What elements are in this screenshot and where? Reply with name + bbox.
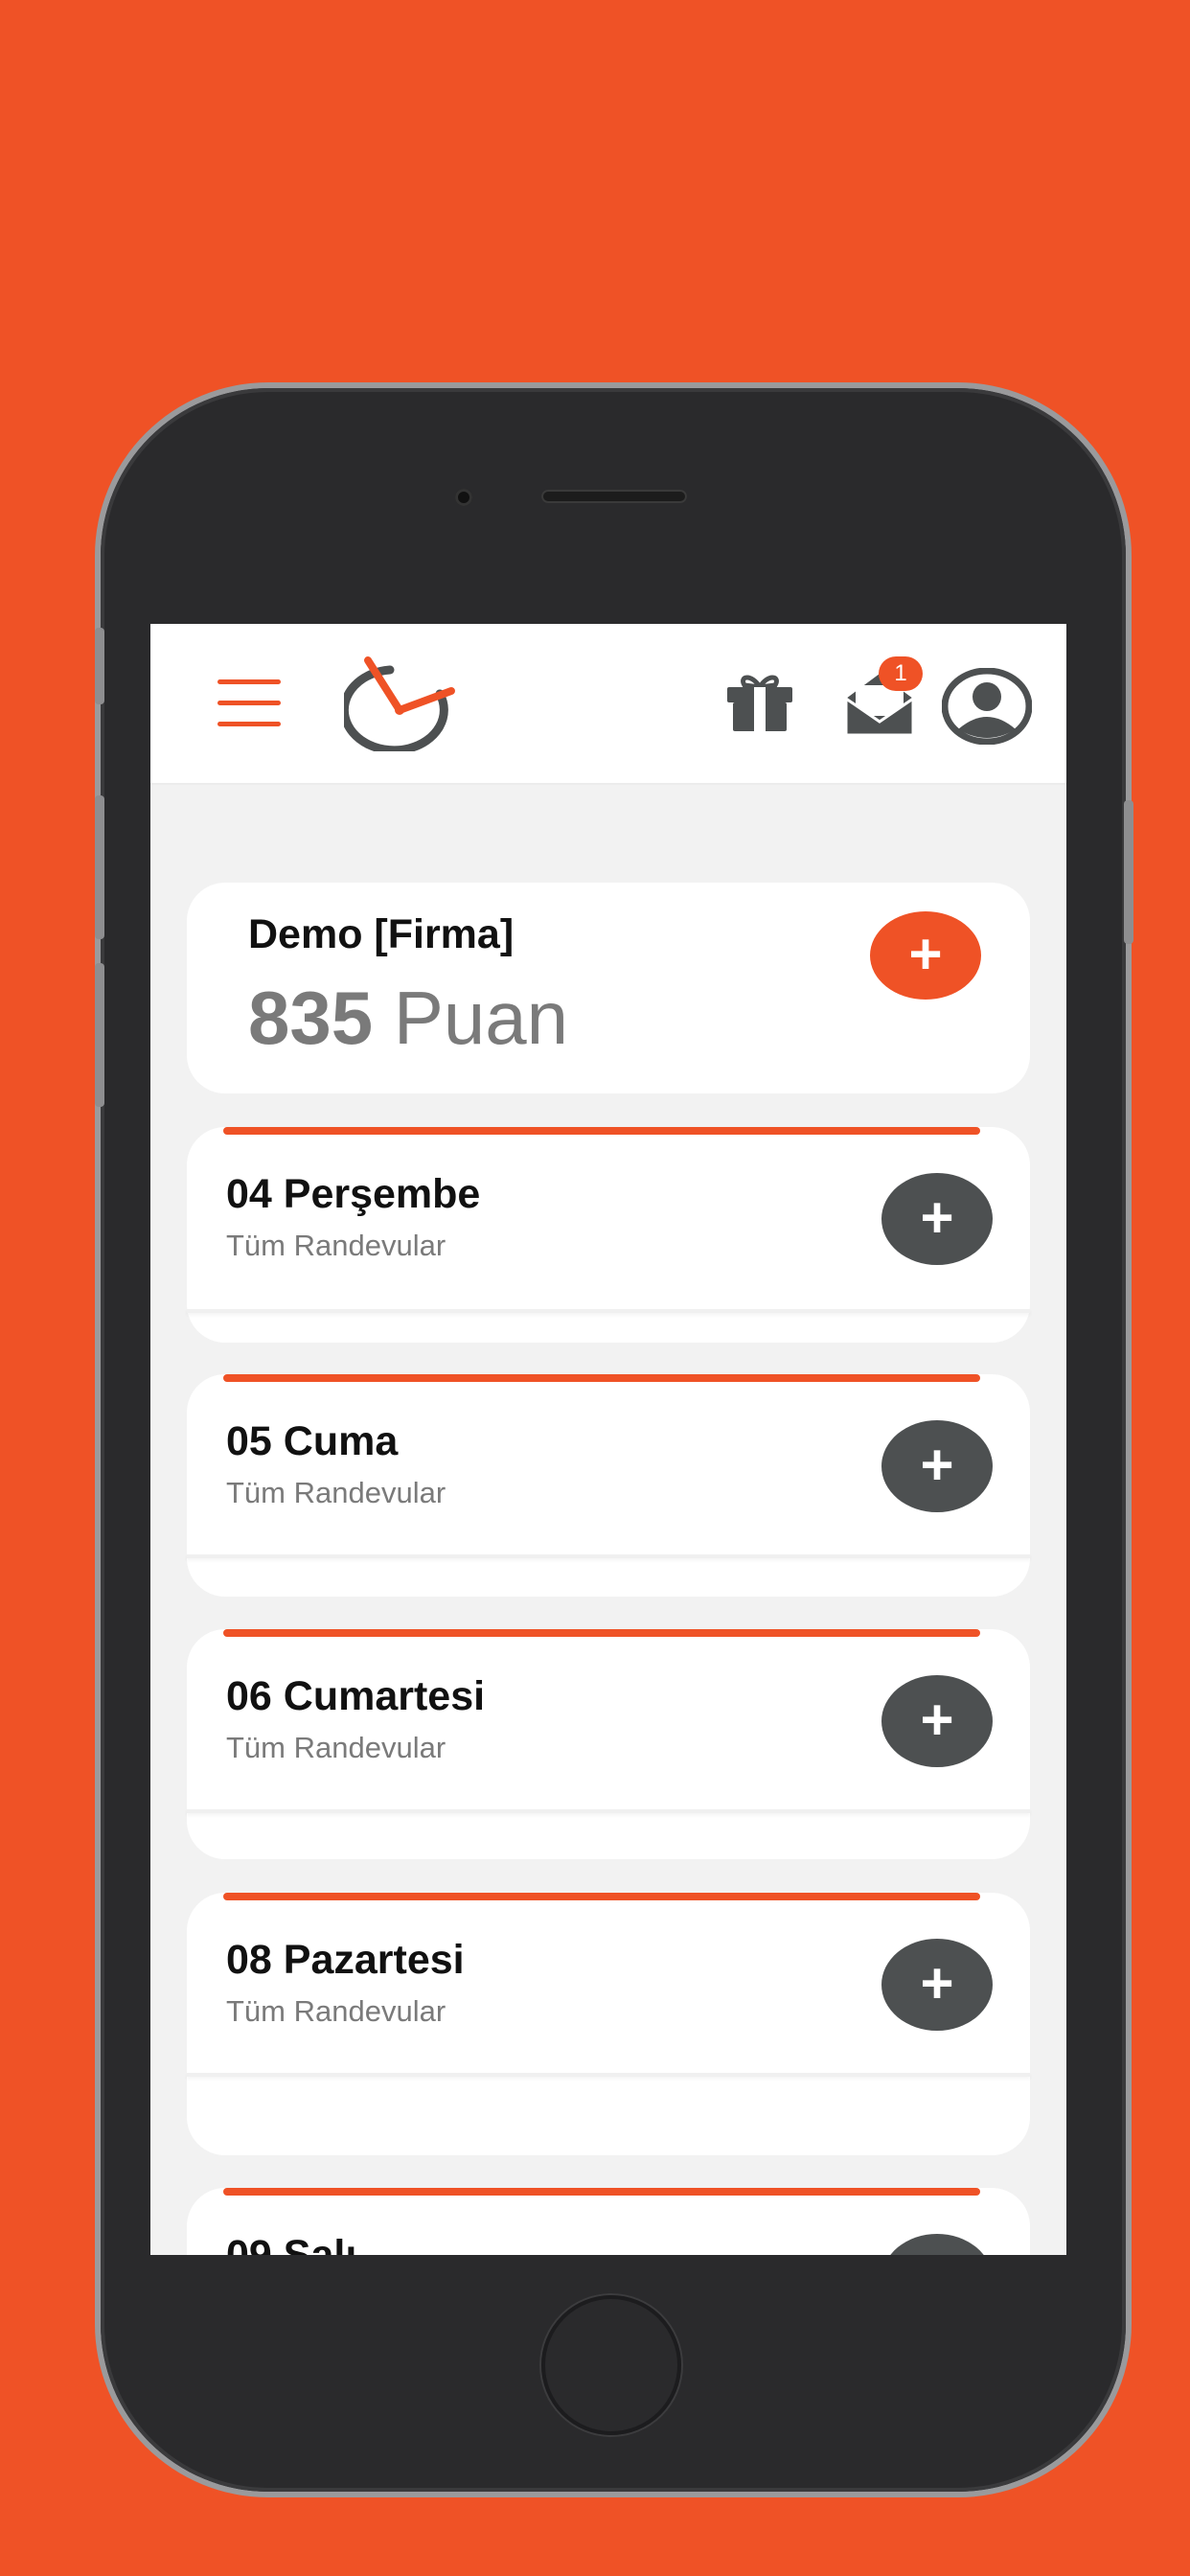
earpiece-speaker [541, 490, 687, 503]
accent-line [223, 1127, 980, 1135]
front-camera [455, 489, 472, 506]
user-avatar-icon[interactable] [942, 668, 1032, 745]
day-title: 08 Pazartesi [226, 1937, 465, 1983]
volume-up-button [95, 795, 104, 939]
company-name: Demo [Firma] [248, 911, 515, 957]
accent-line [223, 1629, 980, 1637]
day-card[interactable]: 06 Cumartesi Tüm Randevular + [187, 1629, 1030, 1859]
notification-badge: 1 [879, 656, 923, 691]
points-value: 835 [248, 976, 374, 1060]
gift-icon[interactable] [725, 672, 794, 733]
volume-down-button [95, 963, 104, 1107]
accent-line [223, 2188, 980, 2196]
power-button [1124, 800, 1133, 944]
day-title: 06 Cumartesi [226, 1673, 486, 1719]
mute-switch [95, 628, 104, 704]
app-screen: 1 Demo [Firma] 835 Puan + 04 Perşembe Tü… [150, 624, 1066, 2255]
card-divider [187, 1309, 1030, 1313]
day-card[interactable]: 09 Salı [187, 2188, 1030, 2255]
day-subtitle: Tüm Randevular [226, 1994, 446, 2028]
add-appointment-button[interactable] [881, 2234, 993, 2255]
add-appointment-button[interactable]: + [881, 1173, 993, 1265]
day-subtitle: Tüm Randevular [226, 1229, 446, 1262]
home-button[interactable] [541, 2295, 681, 2435]
day-title: 05 Cuma [226, 1418, 399, 1464]
day-card[interactable]: 04 Perşembe Tüm Randevular + [187, 1127, 1030, 1343]
day-title: 09 Salı [226, 2232, 357, 2255]
accent-line [223, 1374, 980, 1382]
day-subtitle: Tüm Randevular [226, 1476, 446, 1509]
points-unit: Puan [393, 976, 568, 1060]
hamburger-menu-icon[interactable] [217, 679, 281, 727]
card-divider [187, 1809, 1030, 1813]
app-header: 1 [150, 624, 1066, 785]
points-display: 835 Puan [248, 975, 568, 1062]
day-title: 04 Perşembe [226, 1171, 481, 1217]
add-appointment-button[interactable]: + [881, 1420, 993, 1512]
card-divider [187, 1554, 1030, 1558]
add-points-button[interactable]: + [870, 911, 981, 1000]
card-divider [187, 2073, 1030, 2077]
add-appointment-button[interactable]: + [881, 1675, 993, 1767]
points-card: Demo [Firma] 835 Puan + [187, 883, 1030, 1093]
accent-line [223, 1893, 980, 1900]
day-subtitle: Tüm Randevular [226, 1731, 446, 1764]
day-card[interactable]: 05 Cuma Tüm Randevular + [187, 1374, 1030, 1597]
day-card[interactable]: 08 Pazartesi Tüm Randevular + [187, 1893, 1030, 2155]
clock-logo-icon [344, 656, 455, 751]
add-appointment-button[interactable]: + [881, 1939, 993, 2031]
